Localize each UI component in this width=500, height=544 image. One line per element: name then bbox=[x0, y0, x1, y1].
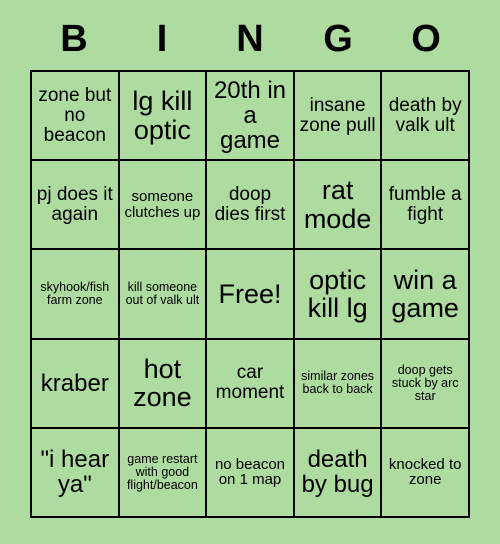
bingo-cell-label: doop dies first bbox=[214, 183, 286, 225]
bingo-cell[interactable]: kraber bbox=[32, 339, 120, 429]
bingo-header: B I N G O bbox=[30, 8, 470, 70]
bingo-cell[interactable]: rat mode bbox=[294, 161, 383, 251]
bingo-cell[interactable]: 20th in a game bbox=[207, 72, 295, 162]
bingo-cell-label: fumble a fight bbox=[388, 183, 462, 225]
bingo-cell[interactable]: zone but no beacon bbox=[32, 72, 120, 162]
bingo-cell-label: 20th in a game bbox=[213, 76, 287, 155]
bingo-cell-label: insane zone pull bbox=[299, 94, 376, 136]
bingo-cell[interactable]: similar zones back to back bbox=[294, 339, 383, 429]
bingo-cell[interactable]: "i hear ya" bbox=[32, 428, 120, 518]
bingo-cell[interactable]: fumble a fight bbox=[382, 161, 470, 251]
bingo-cell[interactable]: skyhook/fish farm zone bbox=[32, 250, 120, 340]
bingo-cell[interactable]: doop gets stuck by arc star bbox=[382, 339, 470, 429]
bingo-cell-label: no beacon on 1 map bbox=[214, 455, 286, 489]
bingo-cell-label: pj does it again bbox=[36, 183, 113, 225]
bingo-cell-label: someone clutches up bbox=[124, 188, 201, 221]
bingo-grid: zone but no beacon lg kill optic 20th in a… bbox=[30, 70, 470, 518]
bingo-cell[interactable]: doop dies first bbox=[207, 161, 295, 251]
bingo-cell-label: hot zone bbox=[133, 353, 192, 413]
bingo-cell[interactable]: game restart with good flight/beacon bbox=[119, 428, 208, 518]
bingo-cell[interactable]: death by valk ult bbox=[382, 72, 470, 162]
bingo-cell[interactable]: pj does it again bbox=[32, 161, 120, 251]
header-letter-b: B bbox=[60, 18, 88, 60]
bingo-cell[interactable]: car moment bbox=[207, 339, 295, 429]
bingo-cell-label: lg kill optic bbox=[132, 86, 193, 145]
bingo-cell[interactable]: death by bug bbox=[294, 428, 383, 518]
bingo-cell-label: car moment bbox=[215, 362, 285, 404]
bingo-cell[interactable]: kill someone out of valk ult bbox=[119, 250, 208, 340]
bingo-cell-label: optic kill lg bbox=[307, 264, 368, 323]
bingo-cell[interactable]: hot zone bbox=[119, 339, 208, 429]
bingo-cell[interactable]: someone clutches up bbox=[119, 161, 208, 251]
bingo-cell[interactable]: Free! bbox=[207, 250, 295, 340]
bingo-cell-label: win a game bbox=[391, 264, 459, 323]
bingo-cell-label: game restart with good flight/beacon bbox=[126, 451, 198, 492]
bingo-cell-label: zone but no beacon bbox=[38, 84, 112, 146]
bingo-cell[interactable]: win a game bbox=[382, 250, 470, 340]
bingo-cell-label: death by bug bbox=[301, 446, 374, 499]
header-letter-g: G bbox=[323, 18, 353, 60]
header-letter-i: I bbox=[156, 18, 168, 60]
bingo-cell-label: death by valk ult bbox=[388, 94, 462, 136]
bingo-cell-label: doop gets stuck by arc star bbox=[391, 362, 459, 403]
bingo-cell-label: "i hear ya" bbox=[40, 446, 110, 499]
bingo-cell[interactable]: no beacon on 1 map bbox=[207, 428, 295, 518]
bingo-cell[interactable]: insane zone pull bbox=[294, 72, 383, 162]
bingo-cell[interactable]: lg kill optic bbox=[119, 72, 208, 162]
header-letter-n: N bbox=[236, 18, 264, 60]
bingo-cell-label: Free! bbox=[218, 278, 282, 309]
bingo-cell-label: kraber bbox=[40, 369, 109, 397]
header-letter-o: O bbox=[411, 18, 441, 60]
bingo-cell-label: kill someone out of valk ult bbox=[125, 279, 200, 307]
bingo-cell-label: similar zones back to back bbox=[301, 369, 375, 397]
bingo-cell[interactable]: knocked to zone bbox=[382, 428, 470, 518]
bingo-cell[interactable]: optic kill lg bbox=[294, 250, 383, 340]
bingo-board: B I N G O zone but no beacon lg kill opti… bbox=[0, 0, 500, 544]
bingo-cell-label: rat mode bbox=[303, 175, 372, 234]
bingo-cell-label: skyhook/fish farm zone bbox=[40, 279, 110, 307]
bingo-cell-label: knocked to zone bbox=[388, 455, 462, 489]
